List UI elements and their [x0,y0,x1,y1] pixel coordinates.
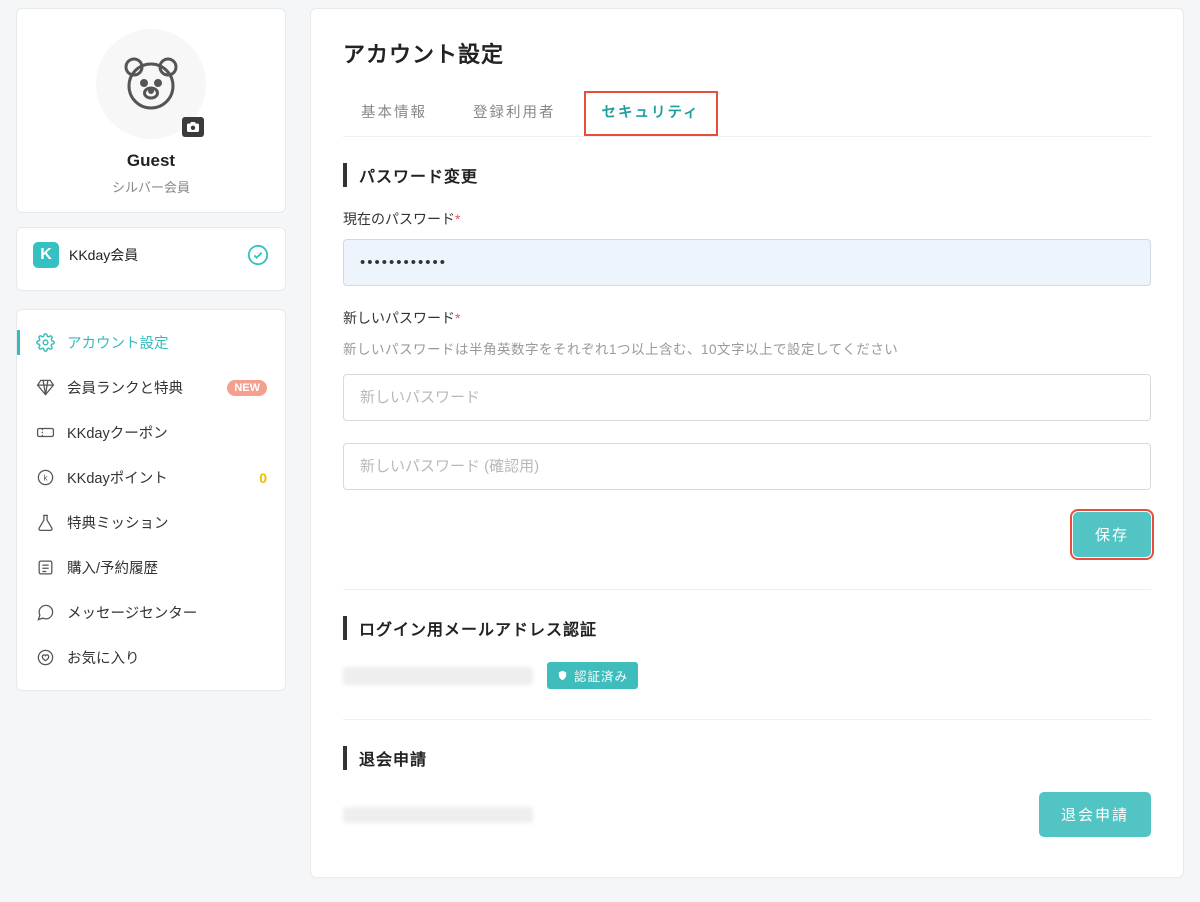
verified-badge: 認証済み [547,662,638,689]
email-address-blurred [343,667,533,685]
member-card[interactable]: K KKday会員 [16,227,286,291]
member-tier: シルバー会員 [33,177,269,196]
main-content: アカウント設定 基本情報 登録利用者 セキュリティ パスワード変更 現在のパスワ… [310,8,1184,878]
page-title: アカウント設定 [343,37,1151,69]
profile-card: Guest シルバー会員 [16,8,286,213]
tab-basic-info[interactable]: 基本情報 [343,91,445,136]
sidebar-nav: アカウント設定 会員ランクと特典 NEW KKdayクーポン k KKdayポイ [16,309,286,691]
chat-icon [35,603,55,623]
flask-icon [35,513,55,533]
tab-security[interactable]: セキュリティ [584,91,718,136]
new-password-label: 新しいパスワード* [343,308,1151,328]
confirm-password-input[interactable] [343,443,1151,490]
save-button[interactable]: 保存 [1073,512,1151,557]
password-heading: パスワード変更 [343,163,1151,187]
sidebar-item-account-settings[interactable]: アカウント設定 [17,320,285,365]
svg-text:k: k [43,474,47,483]
bear-icon [119,52,183,116]
member-card-title: KKday会員 [69,245,237,265]
list-icon [35,558,55,578]
email-row: 認証済み [343,662,1151,689]
sidebar-item-label: 特典ミッション [67,512,267,533]
diamond-icon [35,378,55,398]
withdrawal-text-blurred [343,807,533,823]
withdrawal-button[interactable]: 退会申請 [1039,792,1151,837]
verified-label: 認証済み [574,666,628,685]
divider [343,719,1151,720]
username: Guest [33,151,269,171]
heart-icon [35,648,55,668]
new-password-input[interactable] [343,374,1151,421]
withdrawal-heading: 退会申請 [343,746,1151,770]
email-heading: ログイン用メールアドレス認証 [343,616,1151,640]
required-mark: * [455,211,460,227]
coin-icon: k [35,468,55,488]
sidebar-item-rank-benefits[interactable]: 会員ランクと特典 NEW [17,365,285,410]
tabs: 基本情報 登録利用者 セキュリティ [343,91,1151,137]
shield-icon [557,669,568,682]
sidebar-item-coupons[interactable]: KKdayクーポン [17,410,285,455]
save-button-row: 保存 [343,512,1151,557]
sidebar-item-label: KKdayポイント [67,467,247,488]
sidebar-item-label: お気に入り [67,647,267,668]
kkday-logo-icon: K [33,242,59,268]
avatar[interactable] [96,29,206,139]
sidebar-item-label: KKdayクーポン [67,422,267,443]
current-password-label-text: 現在のパスワード [343,211,455,227]
divider [343,589,1151,590]
tab-registered-users[interactable]: 登録利用者 [455,91,574,136]
sidebar-item-label: メッセージセンター [67,602,267,623]
camera-icon[interactable] [182,117,204,137]
new-password-label-text: 新しいパスワード [343,310,455,326]
ticket-icon [35,423,55,443]
check-circle-icon [247,244,269,266]
current-password-label: 現在のパスワード* [343,209,1151,229]
sidebar-item-missions[interactable]: 特典ミッション [17,500,285,545]
password-helper-text: 新しいパスワードは半角英数字をそれぞれ1つ以上含む、10文字以上で設定してくださ… [343,338,1151,358]
sidebar-item-messages[interactable]: メッセージセンター [17,590,285,635]
sidebar: Guest シルバー会員 K KKday会員 アカウント設定 会員ランクと特典 [16,8,286,878]
current-password-input[interactable] [343,239,1151,286]
sidebar-item-label: 購入/予約履歴 [67,557,267,578]
withdrawal-row: 退会申請 [343,792,1151,837]
new-badge: NEW [227,380,267,396]
sidebar-item-favorites[interactable]: お気に入り [17,635,285,680]
sidebar-item-label: 会員ランクと特典 [67,377,215,398]
gear-icon [35,333,55,353]
sidebar-item-points[interactable]: k KKdayポイント 0 [17,455,285,500]
sidebar-item-label: アカウント設定 [67,332,267,353]
required-mark: * [455,310,460,326]
sidebar-item-orders[interactable]: 購入/予約履歴 [17,545,285,590]
points-value: 0 [259,470,267,486]
